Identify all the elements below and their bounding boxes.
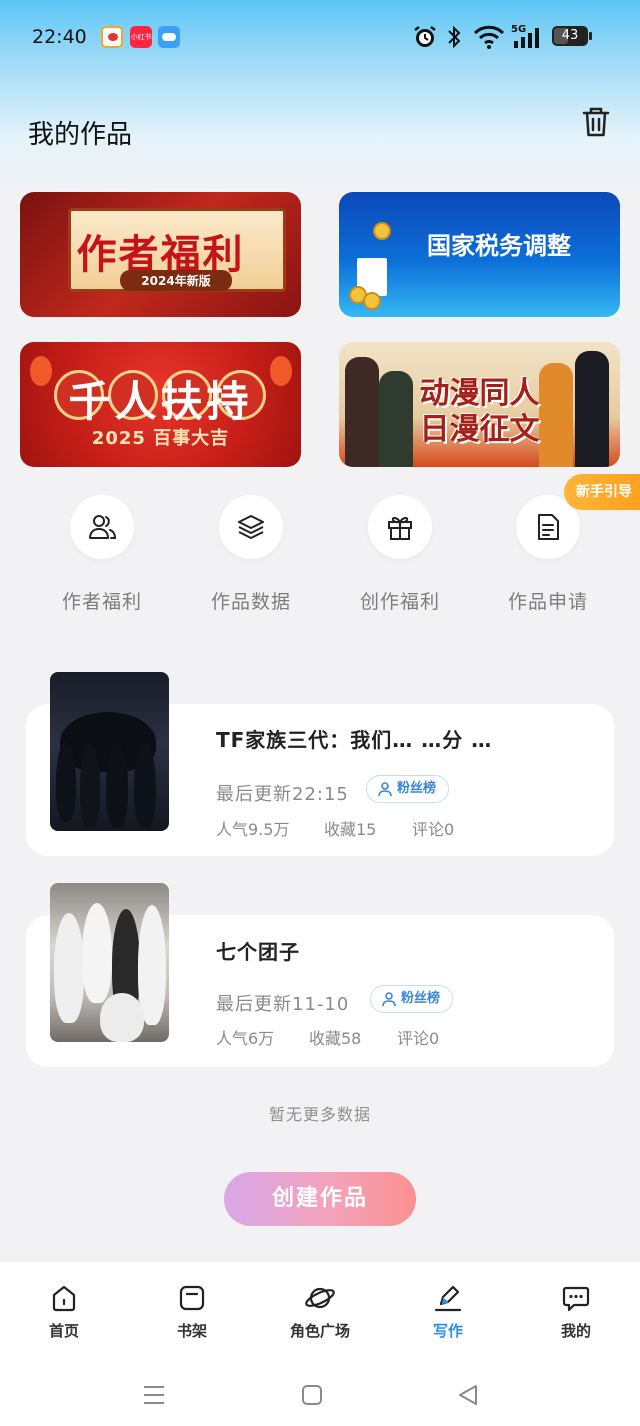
fan-rank-label: 粉丝榜 bbox=[397, 781, 437, 796]
work-popularity: 人气9.5万 bbox=[216, 820, 290, 839]
network-label: 5G bbox=[511, 24, 526, 35]
quick-action-label: 作品申请 bbox=[507, 591, 588, 613]
work-cover[interactable] bbox=[50, 672, 169, 831]
signal-icon: 5G bbox=[510, 22, 546, 54]
back-button[interactable] bbox=[448, 1375, 488, 1415]
document-icon bbox=[538, 514, 559, 540]
quick-action-label: 作品数据 bbox=[210, 591, 291, 613]
banner-subtitle: 2025 百事大吉 bbox=[91, 428, 230, 449]
quick-action-creation-welfare[interactable]: 创作福利 bbox=[325, 495, 475, 615]
work-title: 七个团子 bbox=[216, 940, 300, 964]
nav-home[interactable]: 首页 bbox=[0, 1280, 128, 1350]
banner-tax-adjustment[interactable]: 国家税务调整 bbox=[339, 192, 620, 317]
bluetooth-icon bbox=[446, 24, 462, 54]
planet-icon bbox=[305, 1287, 335, 1309]
gift-icon bbox=[388, 516, 412, 540]
status-time: 22:40 bbox=[32, 26, 87, 48]
work-favorites: 收藏58 bbox=[309, 1029, 362, 1048]
nav-label: 角色广场 bbox=[289, 1322, 350, 1340]
banner-thousand-support[interactable]: 千人扶持 2025 百事大吉 bbox=[20, 342, 301, 467]
no-more-data-text: 暂无更多数据 bbox=[268, 1105, 371, 1124]
banner-subtitle: 日漫征文 bbox=[419, 412, 540, 447]
quick-action-work-data[interactable]: 作品数据 bbox=[176, 495, 326, 615]
nav-label: 书架 bbox=[176, 1322, 207, 1340]
xiaohongshu-icon: 小红书 bbox=[130, 26, 152, 48]
home-button[interactable] bbox=[292, 1375, 332, 1415]
work-cover[interactable] bbox=[50, 883, 169, 1042]
quick-action-author-welfare[interactable]: 作者福利 bbox=[27, 495, 177, 615]
create-work-button[interactable]: 创建作品 bbox=[224, 1172, 416, 1226]
battery-level: 43 bbox=[561, 28, 579, 43]
menu-button[interactable] bbox=[134, 1375, 174, 1415]
system-nav-bar bbox=[0, 1365, 640, 1426]
menu-icon bbox=[144, 1386, 164, 1404]
nav-write[interactable]: 写作 bbox=[384, 1280, 512, 1350]
work-comments: 评论0 bbox=[397, 1029, 440, 1048]
nav-mine[interactable]: 我的 bbox=[512, 1280, 640, 1350]
bookshelf-icon bbox=[179, 1285, 205, 1311]
banner-title: 国家税务调整 bbox=[427, 232, 571, 260]
quick-action-label: 作者福利 bbox=[61, 591, 142, 613]
alarm-icon bbox=[412, 24, 438, 54]
layers-icon bbox=[238, 515, 264, 539]
fan-rank-tag[interactable]: 粉丝榜 bbox=[370, 985, 454, 1013]
work-updated-time: 最后更新22:15 bbox=[216, 784, 349, 805]
bottom-nav: 首页 书架 角色广场 写作 我的 bbox=[0, 1261, 640, 1365]
quick-action-label: 创作福利 bbox=[359, 591, 440, 613]
fan-rank-tag[interactable]: 粉丝榜 bbox=[366, 775, 450, 803]
person-icon bbox=[378, 782, 392, 797]
banner-author-welfare[interactable]: 作者福利 2024年新版 bbox=[20, 192, 301, 317]
work-title: TF家族三代：我们… …分 … bbox=[216, 728, 493, 752]
back-triangle-icon bbox=[459, 1385, 477, 1405]
chat-bubble-icon bbox=[562, 1286, 590, 1312]
work-favorites: 收藏15 bbox=[324, 820, 377, 839]
banner-title: 千人扶持 bbox=[68, 377, 253, 426]
trash-button[interactable] bbox=[578, 104, 614, 140]
newbie-guide-tag[interactable]: 新手引导 bbox=[564, 474, 640, 510]
work-comments: 评论0 bbox=[412, 820, 455, 839]
status-bar: 22:40 小红书 5G 43 bbox=[0, 0, 640, 76]
weather-icon bbox=[158, 26, 180, 48]
person-icon bbox=[382, 992, 396, 1007]
trash-icon bbox=[582, 107, 610, 137]
nav-bookshelf[interactable]: 书架 bbox=[128, 1280, 256, 1350]
users-icon bbox=[89, 515, 117, 539]
work-updated-time: 最后更新11-10 bbox=[216, 994, 350, 1015]
battery-icon: 43 bbox=[552, 26, 588, 46]
page-title: 我的作品 bbox=[28, 120, 133, 150]
nav-label: 我的 bbox=[560, 1322, 591, 1340]
fan-rank-label: 粉丝榜 bbox=[401, 991, 441, 1006]
square-icon bbox=[302, 1385, 322, 1405]
banner-anime-contest[interactable]: 动漫同人 日漫征文 bbox=[339, 342, 620, 467]
work-popularity: 人气6万 bbox=[216, 1029, 275, 1048]
write-icon bbox=[434, 1285, 462, 1312]
home-icon bbox=[52, 1285, 76, 1312]
nav-label: 写作 bbox=[432, 1322, 463, 1340]
weibo-icon bbox=[101, 26, 123, 48]
nav-label: 首页 bbox=[48, 1322, 79, 1340]
banner-subtitle: 2024年新版 bbox=[120, 270, 232, 291]
wifi-icon bbox=[473, 24, 505, 54]
nav-character-plaza[interactable]: 角色广场 bbox=[256, 1280, 384, 1350]
quick-action-work-application[interactable]: 作品申请 bbox=[473, 495, 623, 615]
